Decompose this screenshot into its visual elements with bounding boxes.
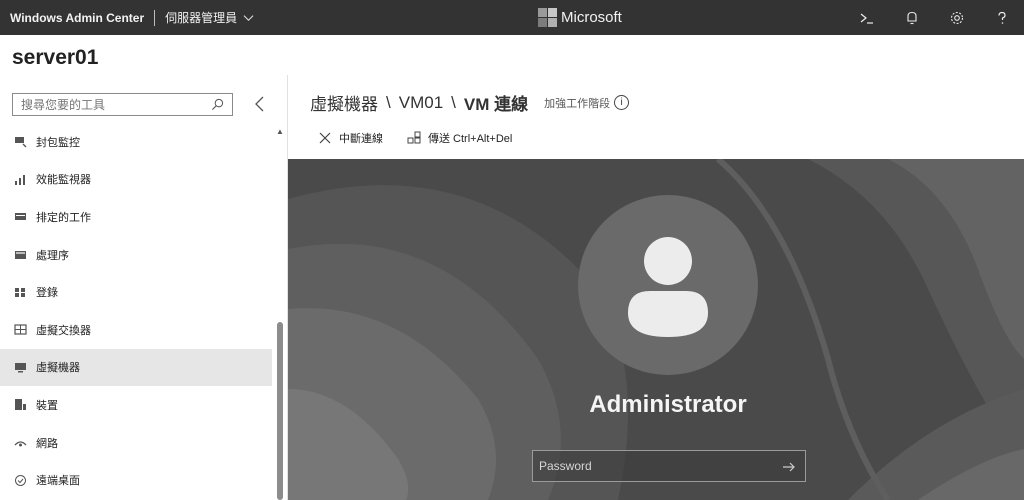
title-divider (154, 9, 156, 26)
breadcrumb-vm[interactable]: VM01 (399, 93, 443, 113)
tools-panel: 封包監控 效能監視器 排定的工作 處理序 登錄 虛擬交換器 虛擬機器 裝置 (0, 75, 288, 500)
tool-item-label: 遠端桌面 (36, 475, 80, 488)
breadcrumb-separator: \ (386, 92, 391, 112)
breadcrumb-current: VM 連線 (463, 95, 529, 114)
vm-console-screen[interactable]: Administrator (288, 159, 1024, 500)
tool-item-scheduled-tasks[interactable]: 排定的工作 (0, 198, 272, 236)
tool-item-devices[interactable]: 裝置 (0, 386, 272, 424)
tool-item-label: 封包監控 (36, 136, 80, 149)
context-label: 伺服器管理員 (165, 11, 238, 25)
disconnect-button[interactable]: 中斷連線 (318, 130, 383, 146)
tool-item-packet-monitoring[interactable]: 封包監控 (0, 123, 272, 161)
switch-icon (14, 323, 27, 336)
breadcrumb-separator: \ (451, 92, 456, 112)
app-title[interactable]: Windows Admin Center (0, 11, 144, 25)
info-icon[interactable]: i (614, 95, 630, 110)
context-switcher[interactable]: 伺服器管理員 (165, 9, 254, 26)
keyboard-icon (407, 131, 421, 144)
brand-label: Microsoft (561, 9, 622, 26)
close-icon (319, 132, 331, 144)
task-icon (14, 210, 27, 223)
tool-item-remote-desktop[interactable]: 遠端桌面 (0, 461, 272, 499)
search-icon[interactable] (211, 98, 224, 111)
send-keys-label: 傳送 Ctrl+Alt+Del (428, 133, 513, 145)
tool-item-label: 登錄 (36, 287, 58, 300)
tools-scrollbar[interactable]: ▲ (274, 127, 286, 500)
remote-desktop-icon (14, 474, 27, 487)
bell-icon[interactable] (889, 0, 934, 35)
password-field (532, 450, 806, 482)
help-icon[interactable] (979, 0, 1024, 35)
tool-item-label: 虛擬交換器 (36, 324, 91, 337)
arrow-right-icon[interactable] (781, 459, 797, 475)
tool-item-label: 虛擬機器 (36, 362, 80, 375)
scroll-up-icon[interactable]: ▲ (276, 127, 284, 136)
microsoft-brand: Microsoft (538, 8, 622, 27)
tool-item-performance-monitor[interactable]: 效能監視器 (0, 161, 272, 199)
tool-search (12, 93, 233, 116)
chevron-down-icon (243, 15, 254, 22)
tool-item-virtual-switches[interactable]: 虛擬交換器 (0, 311, 272, 349)
terminal-icon[interactable] (844, 0, 889, 35)
tool-item-label: 網路 (36, 437, 58, 450)
send-ctrl-alt-del-button[interactable]: 傳送 Ctrl+Alt+Del (407, 130, 512, 146)
vm-icon (14, 361, 27, 374)
network-icon (14, 436, 27, 449)
tool-item-processes[interactable]: 處理序 (0, 236, 272, 274)
password-input[interactable] (539, 459, 759, 473)
tool-item-label: 處理序 (36, 249, 69, 262)
packet-icon (14, 135, 27, 148)
tool-item-label: 裝置 (36, 399, 58, 412)
tool-item-label: 排定的工作 (36, 211, 91, 224)
user-avatar (578, 195, 758, 375)
scrollbar-thumb[interactable] (277, 322, 283, 500)
tools-list: 封包監控 效能監視器 排定的工作 處理序 登錄 虛擬交換器 虛擬機器 裝置 網路… (0, 123, 272, 499)
gear-icon[interactable] (934, 0, 979, 35)
tool-search-input[interactable] (21, 97, 201, 112)
breadcrumb-root[interactable]: 虛擬機器 (310, 90, 378, 115)
enhanced-session-label: 加強工作階段 (544, 97, 611, 110)
tool-item-label: 效能監視器 (36, 174, 91, 187)
tool-item-network[interactable]: 網路 (0, 424, 272, 462)
registry-icon (14, 286, 27, 299)
top-bar: Windows Admin Center 伺服器管理員 Microsoft (0, 0, 1024, 35)
tool-item-virtual-machines[interactable]: 虛擬機器 (0, 348, 272, 387)
vm-connection-actions: 中斷連線 傳送 Ctrl+Alt+Del (318, 130, 512, 146)
breadcrumb: 虛擬機器 \ VM01 \ VM 連線 加強工作階段 i (310, 90, 630, 115)
top-icons (844, 0, 1024, 35)
process-icon (14, 248, 27, 261)
tool-item-registry[interactable]: 登錄 (0, 273, 272, 311)
disconnect-label: 中斷連線 (339, 133, 383, 145)
chart-icon (14, 173, 27, 186)
user-icon (628, 237, 708, 337)
microsoft-logo-icon (538, 8, 557, 27)
server-title: server01 (12, 46, 99, 69)
device-icon (14, 398, 27, 411)
login-username: Administrator (589, 391, 747, 418)
enhanced-session-hint: 加強工作階段 i (544, 95, 630, 111)
collapse-panel-icon[interactable] (252, 94, 268, 114)
